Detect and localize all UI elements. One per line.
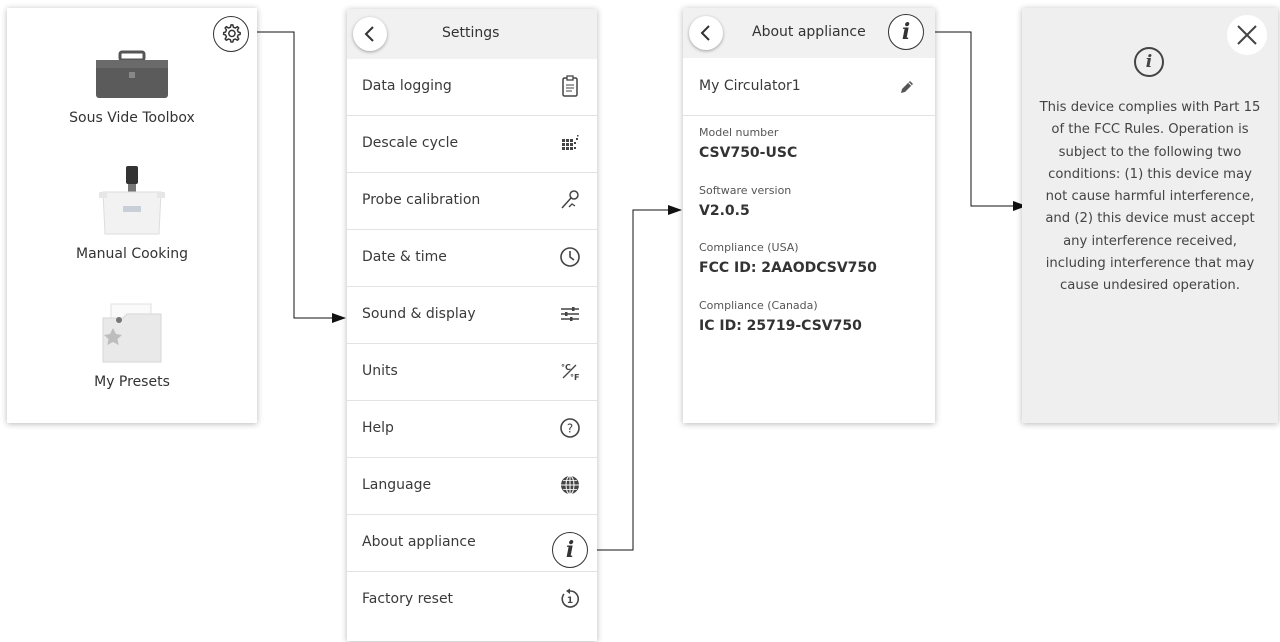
compliance-canada-value: IC ID: 25719-CSV750 [699,318,862,334]
about-back-button[interactable] [689,16,723,50]
info-glyph: i [901,19,911,45]
settings-item-label: Probe calibration [362,192,481,208]
my-presets-label: My Presets [94,374,170,390]
arrow-about-to-details [588,205,682,551]
about-appliance-info-icon[interactable]: i [552,532,588,568]
settings-item-help[interactable]: Help ? [347,401,597,458]
gear-icon [222,24,241,43]
settings-item-units[interactable]: Units °C °F [347,344,597,401]
sous-vide-toolbox-item[interactable]: Sous Vide Toolbox [7,50,257,126]
presets-folder-icon [102,303,162,363]
settings-item-factory-reset[interactable]: Factory reset 1 [347,572,597,629]
divider [683,115,935,116]
info-glyph: i [1145,52,1153,72]
compliance-usa-label: Compliance (USA) [699,241,799,254]
settings-item-data-logging[interactable]: Data logging [347,59,597,116]
reset-icon: 1 [557,586,583,612]
close-icon [1237,25,1257,45]
svg-text:?: ? [567,422,573,436]
fcc-compliance-text: This device complies with Part 15 of the… [1039,100,1261,294]
sliders-icon [557,301,583,327]
clock-icon [557,244,583,270]
compliance-canada-label: Compliance (Canada) [699,299,818,312]
settings-item-language[interactable]: Language [347,458,597,515]
compliance-info-icon: i [1134,47,1164,77]
arrow-info-to-compliance [926,31,1027,211]
about-info-button[interactable]: i [888,14,924,50]
manual-cooking-label: Manual Cooking [76,246,188,262]
settings-back-button[interactable] [353,17,387,51]
question-icon: ? [557,415,583,441]
settings-item-label: About appliance [362,534,476,550]
probe-icon [557,187,583,213]
settings-gear-button[interactable] [213,16,249,52]
settings-item-label: Help [362,420,394,436]
about-appliance-screen: About appliance My Circulator1 Model num… [683,8,935,423]
sous-vide-toolbox-label: Sous Vide Toolbox [69,110,195,126]
settings-title: Settings [442,25,500,41]
settings-item-label: Descale cycle [362,135,459,151]
device-name: My Circulator1 [699,78,801,94]
settings-item-probe-calibration[interactable]: Probe calibration [347,173,597,230]
settings-item-date-time[interactable]: Date & time [347,230,597,287]
svg-text:°F: °F [570,373,579,382]
settings-item-label: Units [362,363,398,379]
chevron-left-icon [364,26,374,42]
about-title: About appliance [752,24,866,40]
svg-text:1: 1 [567,596,573,606]
settings-item-label: Data logging [362,78,452,94]
settings-item-label: Date & time [362,249,447,265]
arrow-gear-to-settings [247,31,346,323]
units-icon: °C °F [557,358,583,384]
settings-item-label: Factory reset [362,591,454,607]
edit-pencil-icon[interactable] [898,78,916,100]
globe-icon [557,472,583,498]
descale-icon [557,130,583,156]
clipboard-icon [557,73,583,99]
home-screen: Sous Vide Toolbox Manual Cooking My Pres… [7,8,257,423]
my-presets-item[interactable]: My Presets [7,298,257,390]
model-number-value: CSV750-USC [699,145,798,161]
info-glyph: i [565,537,575,563]
software-version-label: Software version [699,184,792,197]
chevron-left-icon [700,25,710,41]
toolbox-icon [96,50,168,98]
close-button[interactable] [1227,15,1267,55]
compliance-usa-value: FCC ID: 2AAODCSV750 [699,260,877,276]
model-number-label: Model number [699,126,779,139]
software-version-value: V2.0.5 [699,203,750,219]
settings-header: Settings [347,9,597,59]
settings-item-descale-cycle[interactable]: Descale cycle [347,116,597,173]
manual-cooking-item[interactable]: Manual Cooking [7,164,257,262]
settings-item-label: Language [362,477,432,493]
settings-item-sound-display[interactable]: Sound & display [347,287,597,344]
settings-item-label: Sound & display [362,306,476,322]
circulator-pot-icon [99,166,165,235]
